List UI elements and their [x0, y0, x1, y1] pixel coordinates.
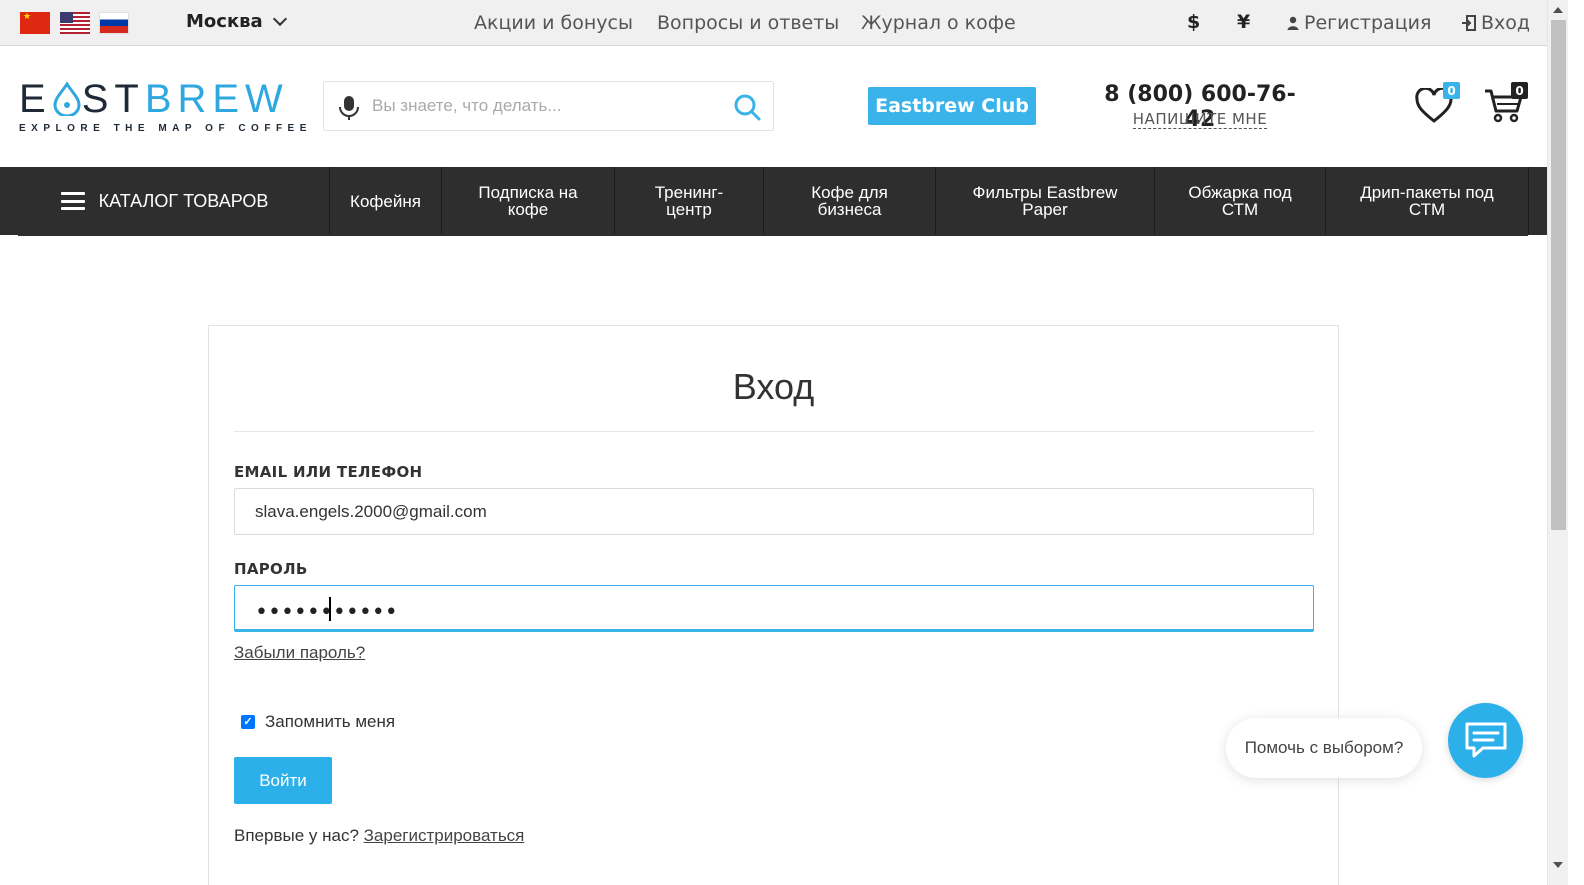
header: ESTBREW EXPLORE THE MAP OF COFFEE Eastbr…	[0, 46, 1547, 167]
chat-prompt-bubble[interactable]: Помочь с выбором?	[1226, 718, 1422, 778]
register-link-bottom[interactable]: Зарегистрироваться	[364, 826, 525, 845]
password-label: ПАРОЛЬ	[234, 560, 308, 578]
top-bar: ★ Москва Акции и бонусы Вопросы и ответы…	[0, 0, 1547, 46]
nav-item-training[interactable]: Тренинг-центр	[615, 167, 764, 235]
remember-me[interactable]: ✓ Запомнить меня	[241, 712, 395, 732]
wishlist-count-badge: 0	[1443, 82, 1460, 99]
nav-item-drip-bags[interactable]: Дрип-пакеты под СТМ	[1326, 167, 1529, 235]
nav-divider	[18, 234, 1528, 236]
scrollbar-thumb[interactable]	[1551, 20, 1566, 530]
promo-link[interactable]: Акции и бонусы	[474, 12, 633, 34]
login-label: Вход	[1481, 12, 1531, 34]
register-label: Регистрация	[1304, 12, 1432, 34]
text-caret	[329, 597, 331, 621]
nav-item-filters[interactable]: Фильтры Eastbrew Paper	[936, 167, 1155, 235]
nav-item-roasting[interactable]: Обжарка под СТМ	[1155, 167, 1326, 235]
faq-link[interactable]: Вопросы и ответы	[657, 12, 839, 34]
user-icon	[1287, 16, 1299, 30]
flag-us-icon[interactable]	[60, 12, 90, 34]
city-label: Москва	[186, 11, 263, 32]
logo-tagline: EXPLORE THE MAP OF COFFEE	[19, 123, 312, 134]
search-bar	[323, 81, 774, 131]
login-title: Вход	[732, 366, 815, 407]
currency-cny[interactable]: ¥	[1237, 11, 1250, 33]
flag-ru-icon[interactable]	[99, 12, 129, 34]
cart-count-badge: 0	[1511, 82, 1528, 99]
catalog-menu-button[interactable]: КАТАЛОГ ТОВАРОВ	[0, 167, 330, 235]
nav-item-subscription[interactable]: Подписка на кофе	[442, 167, 615, 235]
email-field[interactable]	[234, 488, 1314, 535]
chat-button[interactable]	[1448, 703, 1523, 778]
scroll-up-arrow-icon[interactable]	[1553, 7, 1563, 13]
site-logo[interactable]: E STBREW EXPLORE THE MAP OF COFFEE	[19, 77, 312, 134]
flag-cn-icon[interactable]: ★	[20, 12, 50, 34]
email-label: EMAIL ИЛИ ТЕЛЕФОН	[234, 463, 423, 481]
main-nav: КАТАЛОГ ТОВАРОВ Кофейня Подписка на кофе …	[0, 167, 1547, 235]
logo-wordmark: E STBREW	[19, 77, 289, 121]
page-scrollbar[interactable]	[1547, 0, 1568, 885]
chevron-down-icon	[272, 11, 287, 26]
water-drop-icon	[52, 80, 82, 118]
new-user-prompt: Впервые у нас? Зарегистрироваться	[234, 826, 525, 845]
search-icon[interactable]	[733, 93, 761, 121]
catalog-label: КАТАЛОГ ТОВАРОВ	[98, 190, 269, 211]
remember-checkbox[interactable]: ✓	[241, 715, 255, 729]
city-selector[interactable]: Москва	[186, 11, 287, 32]
login-link[interactable]: Вход	[1462, 12, 1530, 34]
currency-usd[interactable]: $	[1187, 11, 1200, 33]
nav-item-coffeeshop[interactable]: Кофейня	[330, 167, 442, 235]
login-door-icon	[1462, 15, 1476, 31]
eastbrew-club-button[interactable]: Eastbrew Club	[868, 87, 1036, 125]
forgot-password-link[interactable]: Забыли пароль?	[234, 643, 365, 663]
hamburger-icon	[60, 192, 85, 210]
register-link[interactable]: Регистрация	[1287, 12, 1431, 34]
login-card: Вход EMAIL ИЛИ ТЕЛЕФОН ПАРОЛЬ ••••••••••…	[208, 325, 1339, 885]
chat-icon	[1465, 722, 1506, 757]
microphone-icon[interactable]	[338, 95, 360, 121]
title-divider	[234, 431, 1314, 432]
scroll-down-arrow-icon[interactable]	[1553, 862, 1563, 868]
journal-link[interactable]: Журнал о кофе	[861, 12, 1016, 34]
login-submit-button[interactable]: Войти	[234, 757, 332, 804]
write-me-link[interactable]: НАПИШИТЕ МНЕ	[1100, 110, 1300, 129]
nav-item-business[interactable]: Кофе для бизнеса	[764, 167, 936, 235]
remember-label: Запомнить меня	[265, 712, 396, 731]
search-input[interactable]	[372, 90, 712, 122]
password-mask: •••••••••••	[255, 600, 398, 625]
